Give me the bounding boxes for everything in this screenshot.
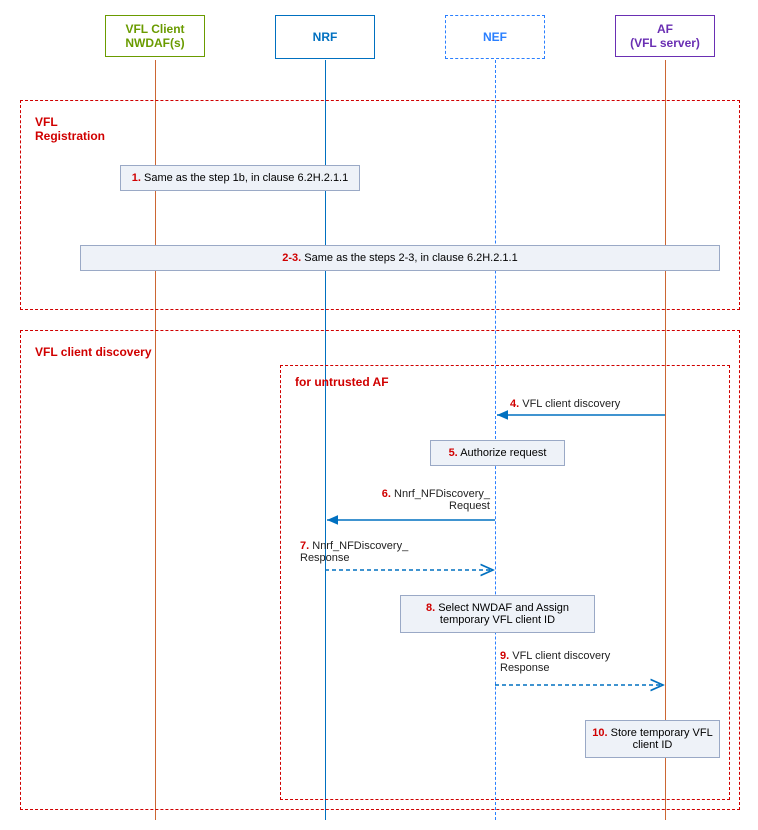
participant-label: NRF [313, 30, 338, 44]
step-text: Same as the steps 2-3, in clause 6.2H.2.… [301, 252, 517, 264]
participant-label-line2: NWDAF(s) [125, 36, 184, 50]
note-step-2-3: 2-3. Same as the steps 2-3, in clause 6.… [80, 245, 720, 271]
participant-nrf: NRF [275, 15, 375, 59]
step-number: 4. [510, 398, 519, 410]
participant-label-line1: AF [657, 22, 673, 36]
phase-vfl-registration [20, 100, 740, 310]
step-text: VFL client discovery Response [500, 650, 610, 674]
sequence-diagram: VFL Client NWDAF(s) NRF NEF AF (VFL serv… [0, 0, 758, 830]
phase-vfl-client-discovery-label: VFL client discovery [35, 345, 152, 359]
note-step-5: 5. Authorize request [430, 440, 565, 466]
step-number: 8. [426, 602, 435, 614]
msg-step-4: 4. VFL client discovery [510, 398, 620, 410]
participant-label-line1: VFL Client [125, 22, 184, 36]
participant-nef: NEF [445, 15, 545, 59]
participant-label-line2: (VFL server) [630, 36, 700, 50]
note-step-10: 10. Store temporary VFL client ID [585, 720, 720, 758]
msg-step-7: 7. Nnrf_NFDiscovery_ Response [300, 540, 430, 564]
step-number: 2-3. [282, 252, 301, 264]
step-number: 1. [132, 172, 141, 184]
step-text: Select NWDAF and Assign temporary VFL cl… [435, 602, 569, 626]
step-number: 7. [300, 540, 309, 552]
step-text: VFL client discovery [519, 398, 620, 410]
step-number: 9. [500, 650, 509, 662]
note-step-1: 1. Same as the step 1b, in clause 6.2H.2… [120, 165, 360, 191]
note-step-8: 8. Select NWDAF and Assign temporary VFL… [400, 595, 595, 633]
step-text: Same as the step 1b, in clause 6.2H.2.1.… [141, 172, 348, 184]
phase-vfl-registration-label: VFL Registration [35, 115, 105, 143]
box-for-untrusted-af-label: for untrusted AF [295, 375, 389, 389]
msg-step-6: 6. Nnrf_NFDiscovery_ Request [360, 488, 490, 512]
step-text: Store temporary VFL client ID [608, 727, 713, 751]
step-number: 6. [382, 488, 391, 500]
participant-af: AF (VFL server) [615, 15, 715, 57]
participant-vfl-client: VFL Client NWDAF(s) [105, 15, 205, 57]
step-text: Nnrf_NFDiscovery_ Request [391, 488, 490, 512]
participant-label: NEF [483, 30, 507, 44]
step-number: 10. [592, 727, 607, 739]
step-text: Nnrf_NFDiscovery_ Response [300, 540, 408, 564]
step-number: 5. [449, 447, 458, 459]
step-text: Authorize request [458, 447, 547, 459]
msg-step-9: 9. VFL client discovery Response [500, 650, 650, 674]
